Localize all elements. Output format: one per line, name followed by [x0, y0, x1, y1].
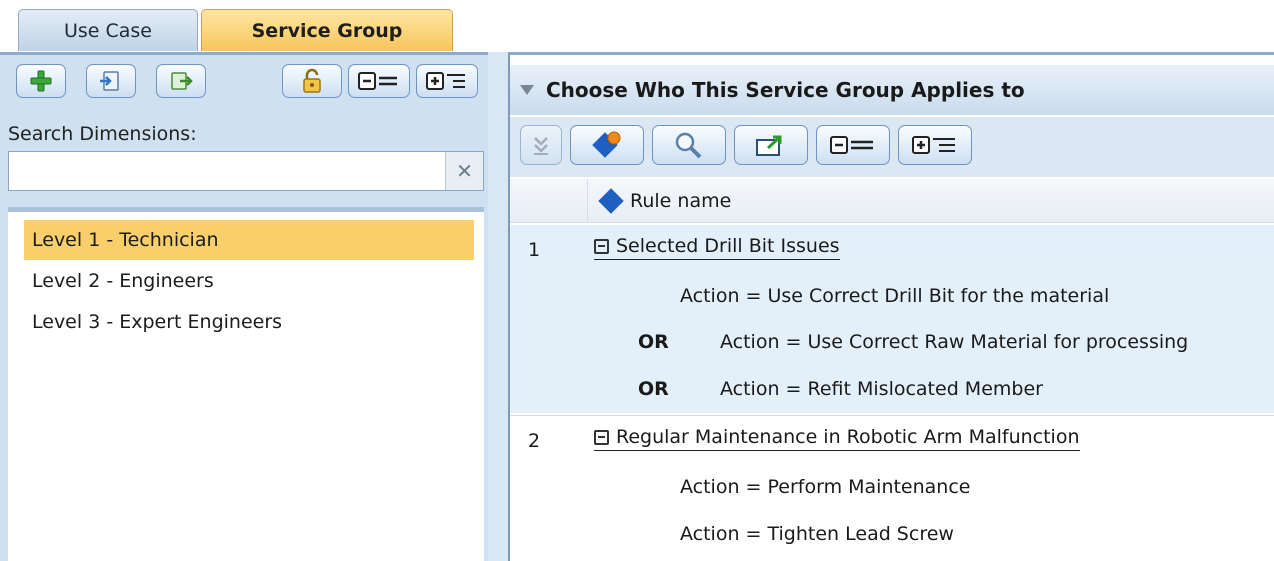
import-button[interactable] — [86, 64, 136, 98]
rule-title-text: Selected Drill Bit Issues — [616, 235, 840, 257]
dimensions-list: Level 1 - Technician Level 2 - Engineers… — [8, 207, 484, 561]
condition-operator: OR — [638, 378, 669, 400]
rule-title-link[interactable]: Selected Drill Bit Issues — [594, 235, 840, 260]
search-dimensions-box: ✕ — [8, 151, 484, 191]
rule-title-text: Regular Maintenance in Robotic Arm Malfu… — [616, 426, 1080, 448]
expand-all-icon — [912, 136, 955, 154]
rule-name-column-header[interactable]: Rule name — [598, 179, 732, 223]
rule-row[interactable]: 1 Selected Drill Bit Issues Action = Use… — [510, 225, 1274, 413]
tab-label: Use Case — [63, 19, 153, 42]
rule-condition[interactable]: Action = Refit Mislocated Member — [720, 378, 1043, 400]
tab-bar: Use Case Service Group — [0, 0, 1274, 52]
number-column-header — [510, 179, 588, 223]
collapse-rules-button[interactable] — [816, 125, 890, 165]
collapse-triangle-icon[interactable] — [520, 85, 534, 95]
condition-operator: OR — [638, 331, 669, 353]
add-icon — [30, 70, 52, 92]
dimension-label: Level 2 - Engineers — [32, 270, 214, 292]
rule-condition[interactable]: Action = Use Correct Raw Material for pr… — [720, 331, 1188, 353]
dimension-item-level-2[interactable]: Level 2 - Engineers — [24, 261, 214, 301]
expand-all-button[interactable] — [416, 64, 478, 98]
collapse-all-button[interactable] — [348, 64, 410, 98]
export-rule-icon — [756, 135, 782, 156]
rule-condition[interactable]: Action = Use Correct Drill Bit for the m… — [680, 285, 1109, 307]
collapse-rule-icon[interactable] — [594, 429, 609, 445]
expand-rules-button[interactable] — [898, 125, 972, 165]
rules-table-header: Rule name — [510, 179, 1274, 223]
dimension-label: Level 3 - Expert Engineers — [32, 311, 283, 333]
tag-button[interactable] — [570, 125, 644, 165]
rule-condition[interactable]: Action = Tighten Lead Screw — [680, 523, 954, 545]
export-button[interactable] — [156, 64, 206, 98]
rules-panel: Choose Who This Service Group Applies to — [508, 52, 1274, 561]
tab-service-group[interactable]: Service Group — [201, 9, 453, 51]
tag-icon — [592, 131, 621, 158]
import-icon — [100, 71, 119, 91]
panel-splitter[interactable] — [488, 52, 508, 561]
search-icon — [675, 132, 702, 159]
rule-number: 2 — [528, 430, 541, 452]
export-rule-button[interactable] — [734, 125, 808, 165]
rule-title-link[interactable]: Regular Maintenance in Robotic Arm Malfu… — [594, 426, 1080, 451]
collapse-all-icon — [358, 72, 397, 90]
rules-panel-title: Choose Who This Service Group Applies to — [546, 78, 1025, 102]
collapse-rule-icon[interactable] — [594, 238, 609, 254]
tab-use-case[interactable]: Use Case — [18, 9, 198, 51]
rule-number: 1 — [528, 239, 541, 261]
add-button[interactable] — [16, 64, 66, 98]
dimensions-panel: Search Dimensions: ✕ Level 1 - Technicia… — [0, 52, 488, 561]
export-icon — [171, 72, 193, 90]
rule-row[interactable]: 2 Regular Maintenance in Robotic Arm Mal… — [510, 415, 1274, 561]
dimension-item-level-3[interactable]: Level 3 - Expert Engineers — [24, 302, 282, 342]
clear-search-button[interactable]: ✕ — [445, 152, 483, 190]
rules-toolbar — [510, 117, 1274, 177]
dimension-item-level-1[interactable]: Level 1 - Technician — [24, 220, 474, 260]
move-down-icon — [534, 137, 548, 155]
collapse-all-icon — [830, 136, 873, 154]
expand-all-icon — [426, 72, 465, 90]
search-dimensions-input[interactable] — [9, 152, 445, 190]
close-icon: ✕ — [456, 159, 473, 183]
dimension-label: Level 1 - Technician — [32, 229, 219, 251]
unlock-button[interactable] — [282, 64, 342, 98]
unlock-icon — [303, 68, 321, 93]
search-dimensions-label: Search Dimensions: — [8, 123, 197, 145]
move-down-button[interactable] — [520, 125, 562, 165]
dimensions-toolbar — [0, 55, 488, 105]
rules-panel-header[interactable]: Choose Who This Service Group Applies to — [510, 65, 1274, 115]
tab-label: Service Group — [251, 19, 403, 42]
search-rules-button[interactable] — [652, 125, 726, 165]
rule-condition[interactable]: Action = Perform Maintenance — [680, 476, 970, 498]
column-header-label: Rule name — [630, 190, 732, 212]
rule-diamond-icon — [598, 188, 624, 214]
